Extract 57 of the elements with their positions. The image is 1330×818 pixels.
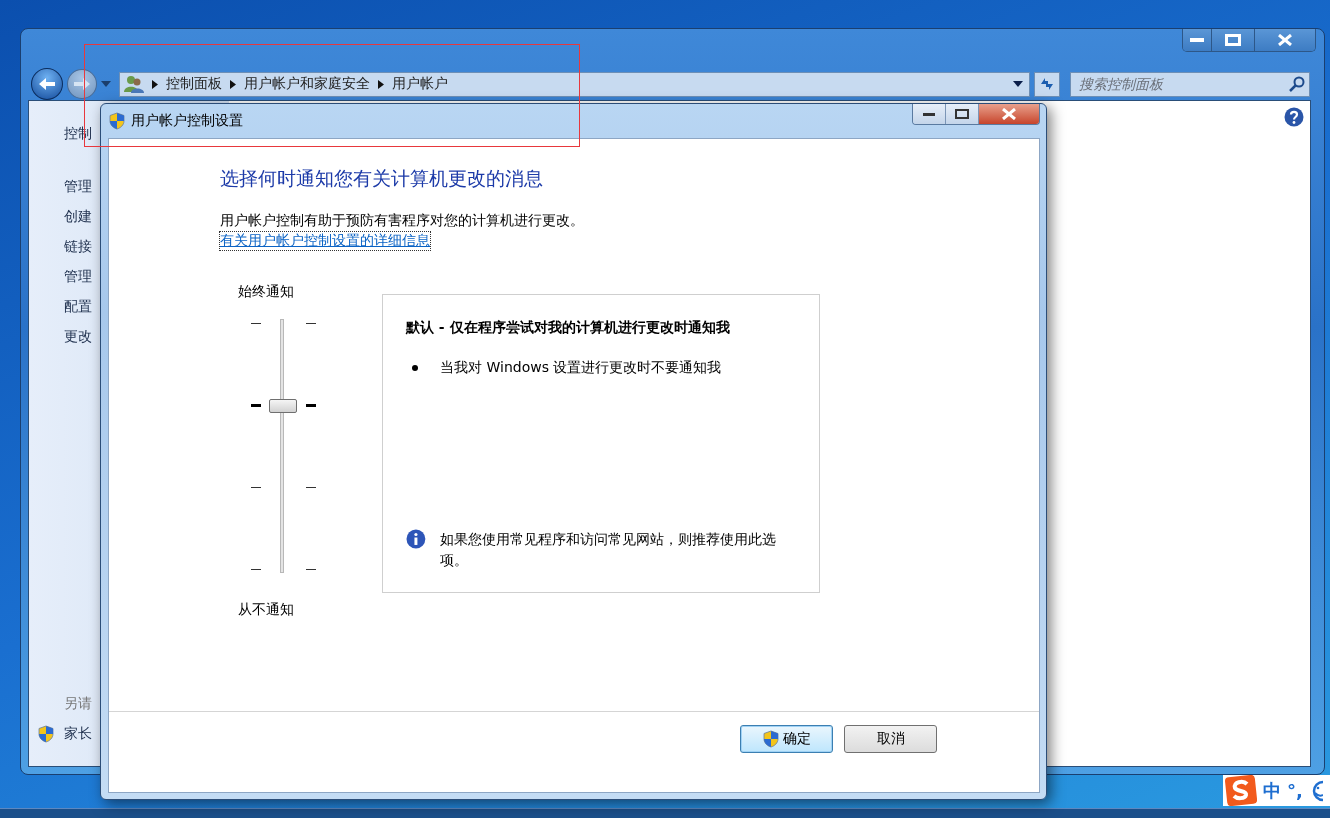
info-icon (406, 529, 426, 549)
breadcrumb-item[interactable]: 用户帐户和家庭安全 (243, 75, 370, 93)
dialog-heading: 选择何时通知您有关计算机更改的消息 (220, 166, 544, 191)
chevron-icon (377, 79, 384, 89)
slider-top-label: 始终通知 (238, 283, 295, 301)
sidebar-link[interactable]: 更改 (64, 328, 92, 346)
back-button[interactable] (31, 68, 63, 100)
input-mode[interactable]: 中 (1263, 778, 1281, 803)
bullet-icon (412, 365, 418, 371)
dialog-title: 用户帐户控制设置 (131, 112, 243, 130)
cancel-button[interactable]: 取消 (844, 725, 937, 753)
arrow-left-icon (37, 77, 56, 91)
punctuation-mode[interactable]: °, (1287, 780, 1303, 801)
see-also-heading: 另请 (64, 695, 92, 713)
sidebar-link[interactable]: 管理 (64, 268, 92, 286)
maximize-button[interactable] (945, 104, 978, 124)
close-button[interactable] (978, 104, 1039, 124)
refresh-icon (1038, 76, 1055, 92)
slider-bottom-label: 从不通知 (238, 601, 295, 619)
close-button[interactable] (1254, 29, 1315, 51)
maximize-icon (1225, 34, 1241, 46)
ime-logo-icon[interactable] (1225, 775, 1257, 806)
ok-button[interactable]: 确定 (740, 725, 833, 753)
shield-icon (109, 112, 125, 130)
close-icon (1002, 108, 1016, 120)
breadcrumb-item[interactable]: 控制面板 (165, 75, 222, 93)
chevron-icon (229, 79, 236, 89)
sidebar-link[interactable]: 创建 (64, 208, 92, 226)
sidebar-link[interactable]: 配置 (64, 298, 92, 316)
note-text: 如果您使用常见程序和访问常见网站，则推荐使用此选项。 (439, 530, 777, 570)
close-icon (1278, 34, 1292, 46)
sidebar-link[interactable]: 链接 (64, 238, 92, 256)
forward-button[interactable] (66, 69, 97, 99)
users-icon (123, 75, 144, 93)
details-link[interactable]: 有关用户帐户控制设置的详细信息 (220, 232, 430, 250)
minimize-button[interactable] (913, 104, 945, 124)
shield-icon (762, 730, 779, 748)
arrow-right-icon (72, 77, 91, 91)
minimize-icon (1190, 38, 1204, 42)
search-icon (1289, 75, 1305, 92)
slider-thumb[interactable] (269, 398, 297, 413)
maximize-button[interactable] (1211, 29, 1254, 51)
minimize-icon (923, 112, 935, 116)
refresh-button[interactable] (1033, 71, 1060, 97)
panel-title: 默认 - 仅在程序尝试对我的计算机进行更改时通知我 (406, 319, 731, 337)
chevron-icon (151, 79, 158, 89)
sidebar-link[interactable]: 家长 (64, 725, 92, 743)
shield-icon (38, 725, 54, 743)
description-text: 用户帐户控制有助于预防有害程序对您的计算机进行更改。 (220, 212, 585, 230)
sidebar-link[interactable]: 管理 (64, 178, 92, 196)
bullet-text: 当我对 Windows 设置进行更改时不要通知我 (440, 359, 722, 377)
help-icon[interactable] (1284, 107, 1304, 127)
search-field[interactable]: 搜索控制面板 (1069, 71, 1310, 97)
address-bar[interactable]: 控制面板 用户帐户和家庭安全 用户帐户 (118, 71, 1030, 97)
maximize-icon (955, 109, 969, 119)
dropdown-icon[interactable] (1012, 81, 1023, 87)
breadcrumb-item[interactable]: 用户帐户 (391, 75, 448, 93)
